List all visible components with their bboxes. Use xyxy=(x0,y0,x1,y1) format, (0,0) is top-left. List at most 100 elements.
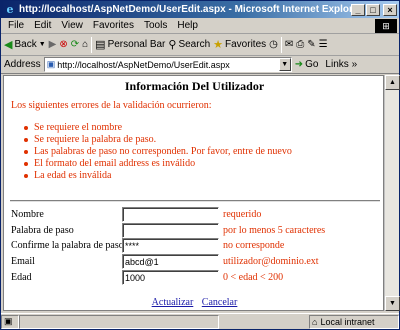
password-input[interactable] xyxy=(122,223,219,238)
internet-explorer-icon: e xyxy=(6,2,14,16)
title-bar: e http://localhost/AspNetDemo/UserEdit.a… xyxy=(1,1,399,18)
print-icon: ⎙ xyxy=(296,39,305,50)
edit-button[interactable]: ✎ xyxy=(307,39,315,50)
status-text-cell xyxy=(19,314,219,329)
status-page-cell: ▣ xyxy=(1,314,19,329)
status-bar: ▣ ⌂ Local intranet xyxy=(1,313,399,329)
go-arrow-icon: ➜ xyxy=(294,59,304,70)
form-row-confirm-password: Confirme la palabra de paso **** no corr… xyxy=(11,238,381,254)
back-button[interactable]: ◀ Back ▼ xyxy=(4,38,46,51)
history-icon: ◷ xyxy=(269,39,278,50)
page-title: Información Del Utilizador xyxy=(124,79,265,93)
personal-bar-button[interactable]: ▤ Personal Bar xyxy=(95,38,165,51)
validation-error-list: Se requiere el nombre Se requiere la pal… xyxy=(24,122,292,182)
security-zone: ⌂ Local intranet xyxy=(309,314,399,329)
password-label: Palabra de paso xyxy=(11,225,74,236)
search-icon: ⚲ xyxy=(168,39,177,51)
validation-error: Las palabras de paso no corresponden. Po… xyxy=(24,146,292,157)
address-dropdown-icon[interactable]: ▼ xyxy=(278,58,291,71)
page-done-icon: ▣ xyxy=(4,316,13,326)
confirm-password-label: Confirme la palabra de paso xyxy=(11,240,124,251)
validation-error: La edad es inválida xyxy=(24,170,292,182)
links-button[interactable]: Links » xyxy=(325,59,357,70)
refresh-button[interactable]: ⟳ xyxy=(71,39,79,50)
form-row-email: Email abcd@1 utilizador@dominio.ext xyxy=(11,254,381,270)
password-error: por lo menos 5 caracteres xyxy=(223,225,326,236)
vertical-scrollbar[interactable]: ▲ ▼ xyxy=(384,75,400,311)
validation-summary-header: Los siguientes errores de la validación … xyxy=(11,100,212,111)
chevron-down-icon: ▼ xyxy=(38,41,46,48)
page-icon: ▣ xyxy=(46,59,56,69)
name-input[interactable] xyxy=(122,207,219,222)
name-label: Nombre xyxy=(11,209,44,220)
favorites-button[interactable]: ★ Favorites xyxy=(213,38,266,51)
toolbar: ◀ Back ▼ ▶ ⊗ ⟳ ⌂ ▤ Personal Bar ⚲ Search… xyxy=(1,34,399,56)
menu-favorites[interactable]: Favorites xyxy=(88,20,139,31)
personal-bar-icon: ▤ xyxy=(95,39,106,51)
address-url: http://localhost/AspNetDemo/UserEdit.asp… xyxy=(57,59,230,70)
discuss-icon: ☰ xyxy=(318,39,328,50)
address-label: Address xyxy=(4,59,41,70)
mail-icon: ✉ xyxy=(284,39,294,50)
home-icon: ⌂ xyxy=(82,39,89,50)
history-button[interactable]: ◷ xyxy=(269,39,278,50)
menu-view[interactable]: View xyxy=(56,20,88,31)
go-label: Go xyxy=(305,59,319,70)
form-actions: Actualizar Cancelar xyxy=(4,297,383,308)
form-row-name: Nombre requerido xyxy=(11,207,381,223)
discuss-button[interactable]: ☰ xyxy=(319,39,328,50)
email-input[interactable]: abcd@1 xyxy=(122,254,219,269)
age-error: 0 < edad < 200 xyxy=(223,272,284,283)
print-button[interactable]: ⎙ xyxy=(296,39,304,50)
search-button[interactable]: ⚲ Search xyxy=(168,38,210,51)
update-link[interactable]: Actualizar xyxy=(152,297,194,308)
form-row-age: Edad 1000 0 < edad < 200 xyxy=(11,270,381,286)
favorites-label: Favorites xyxy=(225,39,267,50)
menu-help[interactable]: Help xyxy=(172,20,203,31)
address-bar: Address ▣ http://localhost/AspNetDemo/Us… xyxy=(1,56,399,74)
minimize-button[interactable]: _ xyxy=(351,3,365,16)
scroll-down-icon[interactable]: ▼ xyxy=(385,296,400,311)
validation-error: Se requiere el nombre xyxy=(24,122,292,134)
age-label: Edad xyxy=(11,272,32,283)
go-button[interactable]: ➜ Go xyxy=(295,59,319,70)
stop-icon: ⊗ xyxy=(59,39,68,50)
stop-button[interactable]: ⊗ xyxy=(59,39,67,50)
menu-edit[interactable]: Edit xyxy=(29,20,56,31)
address-input[interactable]: ▣ http://localhost/AspNetDemo/UserEdit.a… xyxy=(43,57,292,72)
age-input[interactable]: 1000 xyxy=(122,270,219,285)
security-zone-label: Local intranet xyxy=(320,316,375,327)
confirm-password-input[interactable]: **** xyxy=(122,238,219,253)
maximize-button[interactable]: □ xyxy=(366,3,380,16)
search-label: Search xyxy=(178,39,211,50)
window-title: http://localhost/AspNetDemo/UserEdit.asp… xyxy=(19,4,351,15)
menu-tools[interactable]: Tools xyxy=(139,20,172,31)
confirm-password-error: no corresponde xyxy=(223,240,285,251)
links-label: Links xyxy=(325,59,349,70)
name-error: requerido xyxy=(223,209,262,220)
edit-icon: ✎ xyxy=(307,39,316,50)
form-row-password: Palabra de paso por lo menos 5 caractere… xyxy=(11,223,381,239)
forward-button[interactable]: ▶ xyxy=(49,39,57,50)
divider xyxy=(10,200,380,202)
window-controls: _ □ × xyxy=(351,3,397,16)
validation-error: El formato del email address es inválido xyxy=(24,158,292,170)
page-content: Información Del Utilizador Los siguiente… xyxy=(3,75,384,311)
favorites-icon: ★ xyxy=(213,39,224,51)
chevron-right-icon: » xyxy=(351,59,358,70)
toolbar-separator xyxy=(280,36,282,53)
forward-arrow-icon: ▶ xyxy=(48,39,57,50)
scroll-up-icon[interactable]: ▲ xyxy=(385,75,400,90)
back-label: Back xyxy=(14,39,37,50)
email-label: Email xyxy=(11,256,35,267)
close-button[interactable]: × xyxy=(383,3,397,16)
menu-file[interactable]: File xyxy=(3,20,29,31)
intranet-icon: ⌂ xyxy=(312,316,318,327)
menu-bar: File Edit View Favorites Tools Help ⊞ xyxy=(1,18,399,34)
refresh-icon: ⟳ xyxy=(70,39,80,50)
email-error: utilizador@dominio.ext xyxy=(223,256,319,267)
mail-button[interactable]: ✉ xyxy=(285,39,293,50)
browser-window: e http://localhost/AspNetDemo/UserEdit.a… xyxy=(0,0,400,330)
home-button[interactable]: ⌂ xyxy=(82,39,88,50)
cancel-link[interactable]: Cancelar xyxy=(202,297,238,308)
